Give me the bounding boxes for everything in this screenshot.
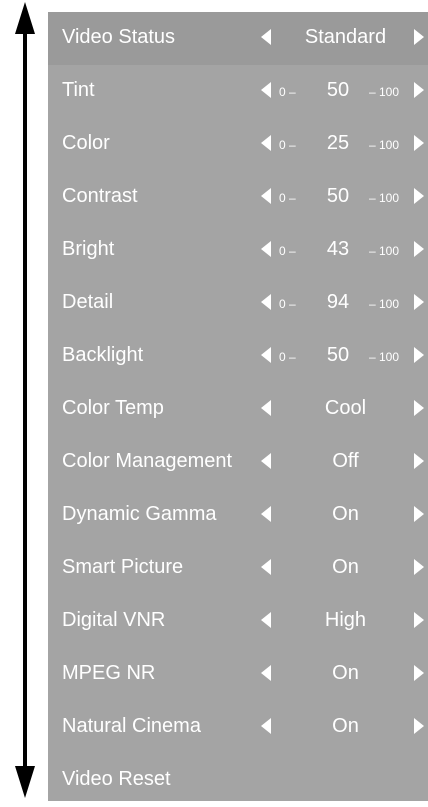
color-value: 25 <box>326 132 350 154</box>
dynamic-gamma-value: On <box>332 503 359 525</box>
decrease-arrow-icon[interactable] <box>261 241 271 257</box>
decrease-arrow-icon[interactable] <box>261 559 271 575</box>
menu-row-bright[interactable]: Bright 0 – 43 – 100 <box>48 224 428 277</box>
digital-vnr-label: Digital VNR <box>62 609 166 631</box>
decrease-arrow-icon[interactable] <box>261 665 271 681</box>
smart-picture-value: On <box>332 556 359 578</box>
increase-arrow-icon[interactable] <box>414 241 424 257</box>
video-settings-menu: Video Status Standard Tint 0 – 50 – 100 … <box>48 12 428 801</box>
decrease-arrow-icon[interactable] <box>261 400 271 416</box>
bright-label: Bright <box>62 238 115 260</box>
menu-row-backlight[interactable]: Backlight 0 – 50 – 100 <box>48 330 428 383</box>
backlight-label: Backlight <box>62 344 144 366</box>
bright-value: 43 <box>326 238 350 260</box>
digital-vnr-value: High <box>324 609 367 631</box>
color-management-label: Color Management <box>62 450 233 472</box>
increase-arrow-icon[interactable] <box>414 718 424 734</box>
menu-row-natural-cinema[interactable]: Natural Cinema On <box>48 701 428 754</box>
backlight-value: 50 <box>326 344 350 366</box>
increase-arrow-icon[interactable] <box>414 665 424 681</box>
menu-row-color[interactable]: Color 0 – 25 – 100 <box>48 118 428 171</box>
dynamic-gamma-label: Dynamic Gamma <box>62 503 217 525</box>
detail-max-label: – 100 <box>369 297 400 311</box>
scroll-indicator-icon <box>15 2 35 798</box>
video-reset-label: Video Reset <box>62 768 171 790</box>
increase-arrow-icon[interactable] <box>414 347 424 363</box>
tint-label: Tint <box>62 79 95 101</box>
backlight-min-label: 0 – <box>279 350 296 364</box>
menu-row-detail[interactable]: Detail 0 – 94 – 100 <box>48 277 428 330</box>
video-status-value: Standard <box>304 26 387 48</box>
increase-arrow-icon[interactable] <box>414 82 424 98</box>
natural-cinema-label: Natural Cinema <box>62 715 201 737</box>
menu-row-color-temp[interactable]: Color Temp Cool <box>48 383 428 436</box>
tint-value: 50 <box>326 79 350 101</box>
menu-row-digital-vnr[interactable]: Digital VNR High <box>48 595 428 648</box>
tint-max-label: – 100 <box>369 85 400 99</box>
menu-row-mpeg-nr[interactable]: MPEG NR On <box>48 648 428 701</box>
menu-row-video-status[interactable]: Video Status Standard <box>48 12 428 65</box>
decrease-arrow-icon[interactable] <box>261 82 271 98</box>
color-min-label: 0 – <box>279 138 296 152</box>
decrease-arrow-icon[interactable] <box>261 453 271 469</box>
decrease-arrow-icon[interactable] <box>261 347 271 363</box>
menu-row-contrast[interactable]: Contrast 0 – 50 – 100 <box>48 171 428 224</box>
increase-arrow-icon[interactable] <box>414 29 424 45</box>
contrast-max-label: – 100 <box>369 191 400 205</box>
increase-arrow-icon[interactable] <box>414 400 424 416</box>
decrease-arrow-icon[interactable] <box>261 188 271 204</box>
bright-min-label: 0 – <box>279 244 296 258</box>
decrease-arrow-icon[interactable] <box>261 135 271 151</box>
menu-row-dynamic-gamma[interactable]: Dynamic Gamma On <box>48 489 428 542</box>
increase-arrow-icon[interactable] <box>414 294 424 310</box>
increase-arrow-icon[interactable] <box>414 612 424 628</box>
decrease-arrow-icon[interactable] <box>261 29 271 45</box>
increase-arrow-icon[interactable] <box>414 506 424 522</box>
color-label: Color <box>62 132 110 154</box>
color-max-label: – 100 <box>369 138 400 152</box>
decrease-arrow-icon[interactable] <box>261 294 271 310</box>
detail-label: Detail <box>62 291 114 313</box>
menu-row-tint[interactable]: Tint 0 – 50 – 100 <box>48 65 428 118</box>
natural-cinema-value: On <box>332 715 359 737</box>
decrease-arrow-icon[interactable] <box>261 506 271 522</box>
detail-min-label: 0 – <box>279 297 296 311</box>
detail-value: 94 <box>326 291 350 313</box>
increase-arrow-icon[interactable] <box>414 135 424 151</box>
mpeg-nr-label: MPEG NR <box>62 662 156 684</box>
backlight-max-label: – 100 <box>369 350 400 364</box>
decrease-arrow-icon[interactable] <box>261 718 271 734</box>
tint-min-label: 0 – <box>279 85 296 99</box>
mpeg-nr-value: On <box>332 662 359 684</box>
menu-row-color-management[interactable]: Color Management Off <box>48 436 428 489</box>
color-temp-label: Color Temp <box>62 397 164 419</box>
color-temp-value: Cool <box>324 397 367 419</box>
video-status-label: Video Status <box>62 26 176 48</box>
contrast-value: 50 <box>326 185 350 207</box>
smart-picture-label: Smart Picture <box>62 556 184 578</box>
color-management-value: Off <box>332 450 359 472</box>
decrease-arrow-icon[interactable] <box>261 612 271 628</box>
menu-row-video-reset[interactable]: Video Reset <box>48 754 428 807</box>
contrast-min-label: 0 – <box>279 191 296 205</box>
menu-row-smart-picture[interactable]: Smart Picture On <box>48 542 428 595</box>
increase-arrow-icon[interactable] <box>414 188 424 204</box>
bright-max-label: – 100 <box>369 244 400 258</box>
increase-arrow-icon[interactable] <box>414 559 424 575</box>
increase-arrow-icon[interactable] <box>414 453 424 469</box>
contrast-label: Contrast <box>62 185 138 207</box>
